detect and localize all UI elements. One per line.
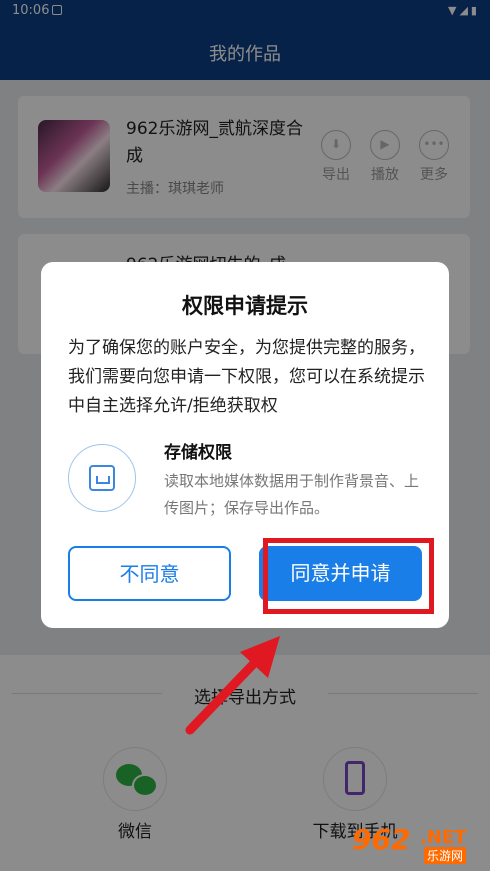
pointer-arrow-icon — [185, 636, 280, 735]
highlight-box — [263, 538, 434, 614]
watermark-logo: 962 .NET 乐游网 — [352, 823, 467, 864]
permission-description: 读取本地媒体数据用于制作背景音、上传图片；保存导出作品。 — [164, 472, 420, 517]
dialog-title: 权限申请提示 — [182, 294, 308, 318]
dialog-message: 为了确保您的账户安全，为您提供完整的服务，我们需要向您申请一下权限，您可以在系统… — [68, 338, 425, 416]
permission-name: 存储权限 — [164, 443, 232, 463]
deny-button[interactable]: 不同意 — [68, 546, 231, 601]
save-disk-icon — [68, 444, 136, 512]
